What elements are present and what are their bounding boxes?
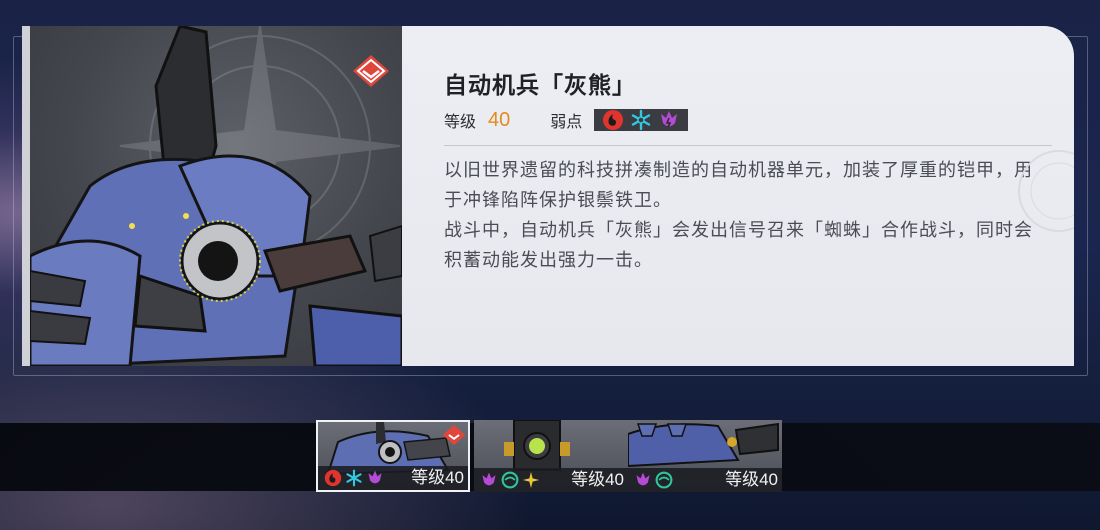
enemy-portrait [30, 26, 402, 366]
lightning-element-icon [368, 470, 382, 484]
lightning-element-icon [482, 472, 496, 486]
info-divider [444, 145, 1052, 146]
level-label: 等级 [444, 112, 477, 131]
description-paragraph: 战斗中，自动机兵「灰熊」会发出信号召来「蜘蛛」合作战斗，同时会积蓄动能发出强力一… [444, 220, 1033, 271]
elite-badge-icon [442, 424, 466, 446]
enemy-detail-card: 自动机兵「灰熊」 等级 40 弱点 以旧世界遗留的科技拼凑制造的自动机器单元，加… [22, 26, 1074, 366]
enemy-thumbnail-3[interactable]: 等级40 [628, 420, 782, 492]
ice-element-icon [346, 469, 362, 487]
enemy-name: 自动机兵「灰熊」 [444, 73, 636, 99]
weakness-icons [594, 109, 689, 131]
ice-element-icon [632, 109, 651, 131]
wind-element-icon [501, 471, 519, 489]
thumbnail-level: 等级40 [725, 470, 778, 489]
level-value: 40 [488, 108, 511, 131]
decorative-ring [1018, 150, 1074, 232]
weakness-label: 弱点 [550, 112, 583, 131]
lightning-element-icon [636, 472, 650, 486]
enemy-thumbnail-grizzly[interactable]: 等级40 [316, 420, 470, 492]
grizzly-robot-illustration [30, 26, 402, 366]
enemy-info-panel: 自动机兵「灰熊」 等级 40 弱点 以旧世界遗留的科技拼凑制造的自动机器单元，加… [402, 26, 1074, 366]
fire-element-icon [603, 110, 624, 130]
portrait-edge [22, 26, 30, 366]
enemy-stats-row: 等级 40 弱点 [444, 108, 689, 132]
thumbnail-level: 等级40 [571, 470, 624, 489]
fire-element-icon [324, 469, 342, 487]
description-paragraph: 以旧世界遗留的科技拼凑制造的自动机器单元，加装了厚重的铠甲，用于冲锋陷阵保护银鬃… [444, 160, 1033, 211]
thumbnail-level: 等级40 [411, 468, 464, 487]
lightning-element-icon [661, 111, 678, 128]
wind-element-icon [655, 471, 673, 489]
elite-badge-icon [353, 55, 389, 87]
enemy-thumbnail-2[interactable]: 等级40 [474, 420, 628, 492]
imaginary-element-icon [522, 471, 540, 489]
enemy-description: 以旧世界遗留的科技拼凑制造的自动机器单元，加装了厚重的铠甲，用于冲锋陷阵保护银鬃… [444, 156, 1034, 276]
